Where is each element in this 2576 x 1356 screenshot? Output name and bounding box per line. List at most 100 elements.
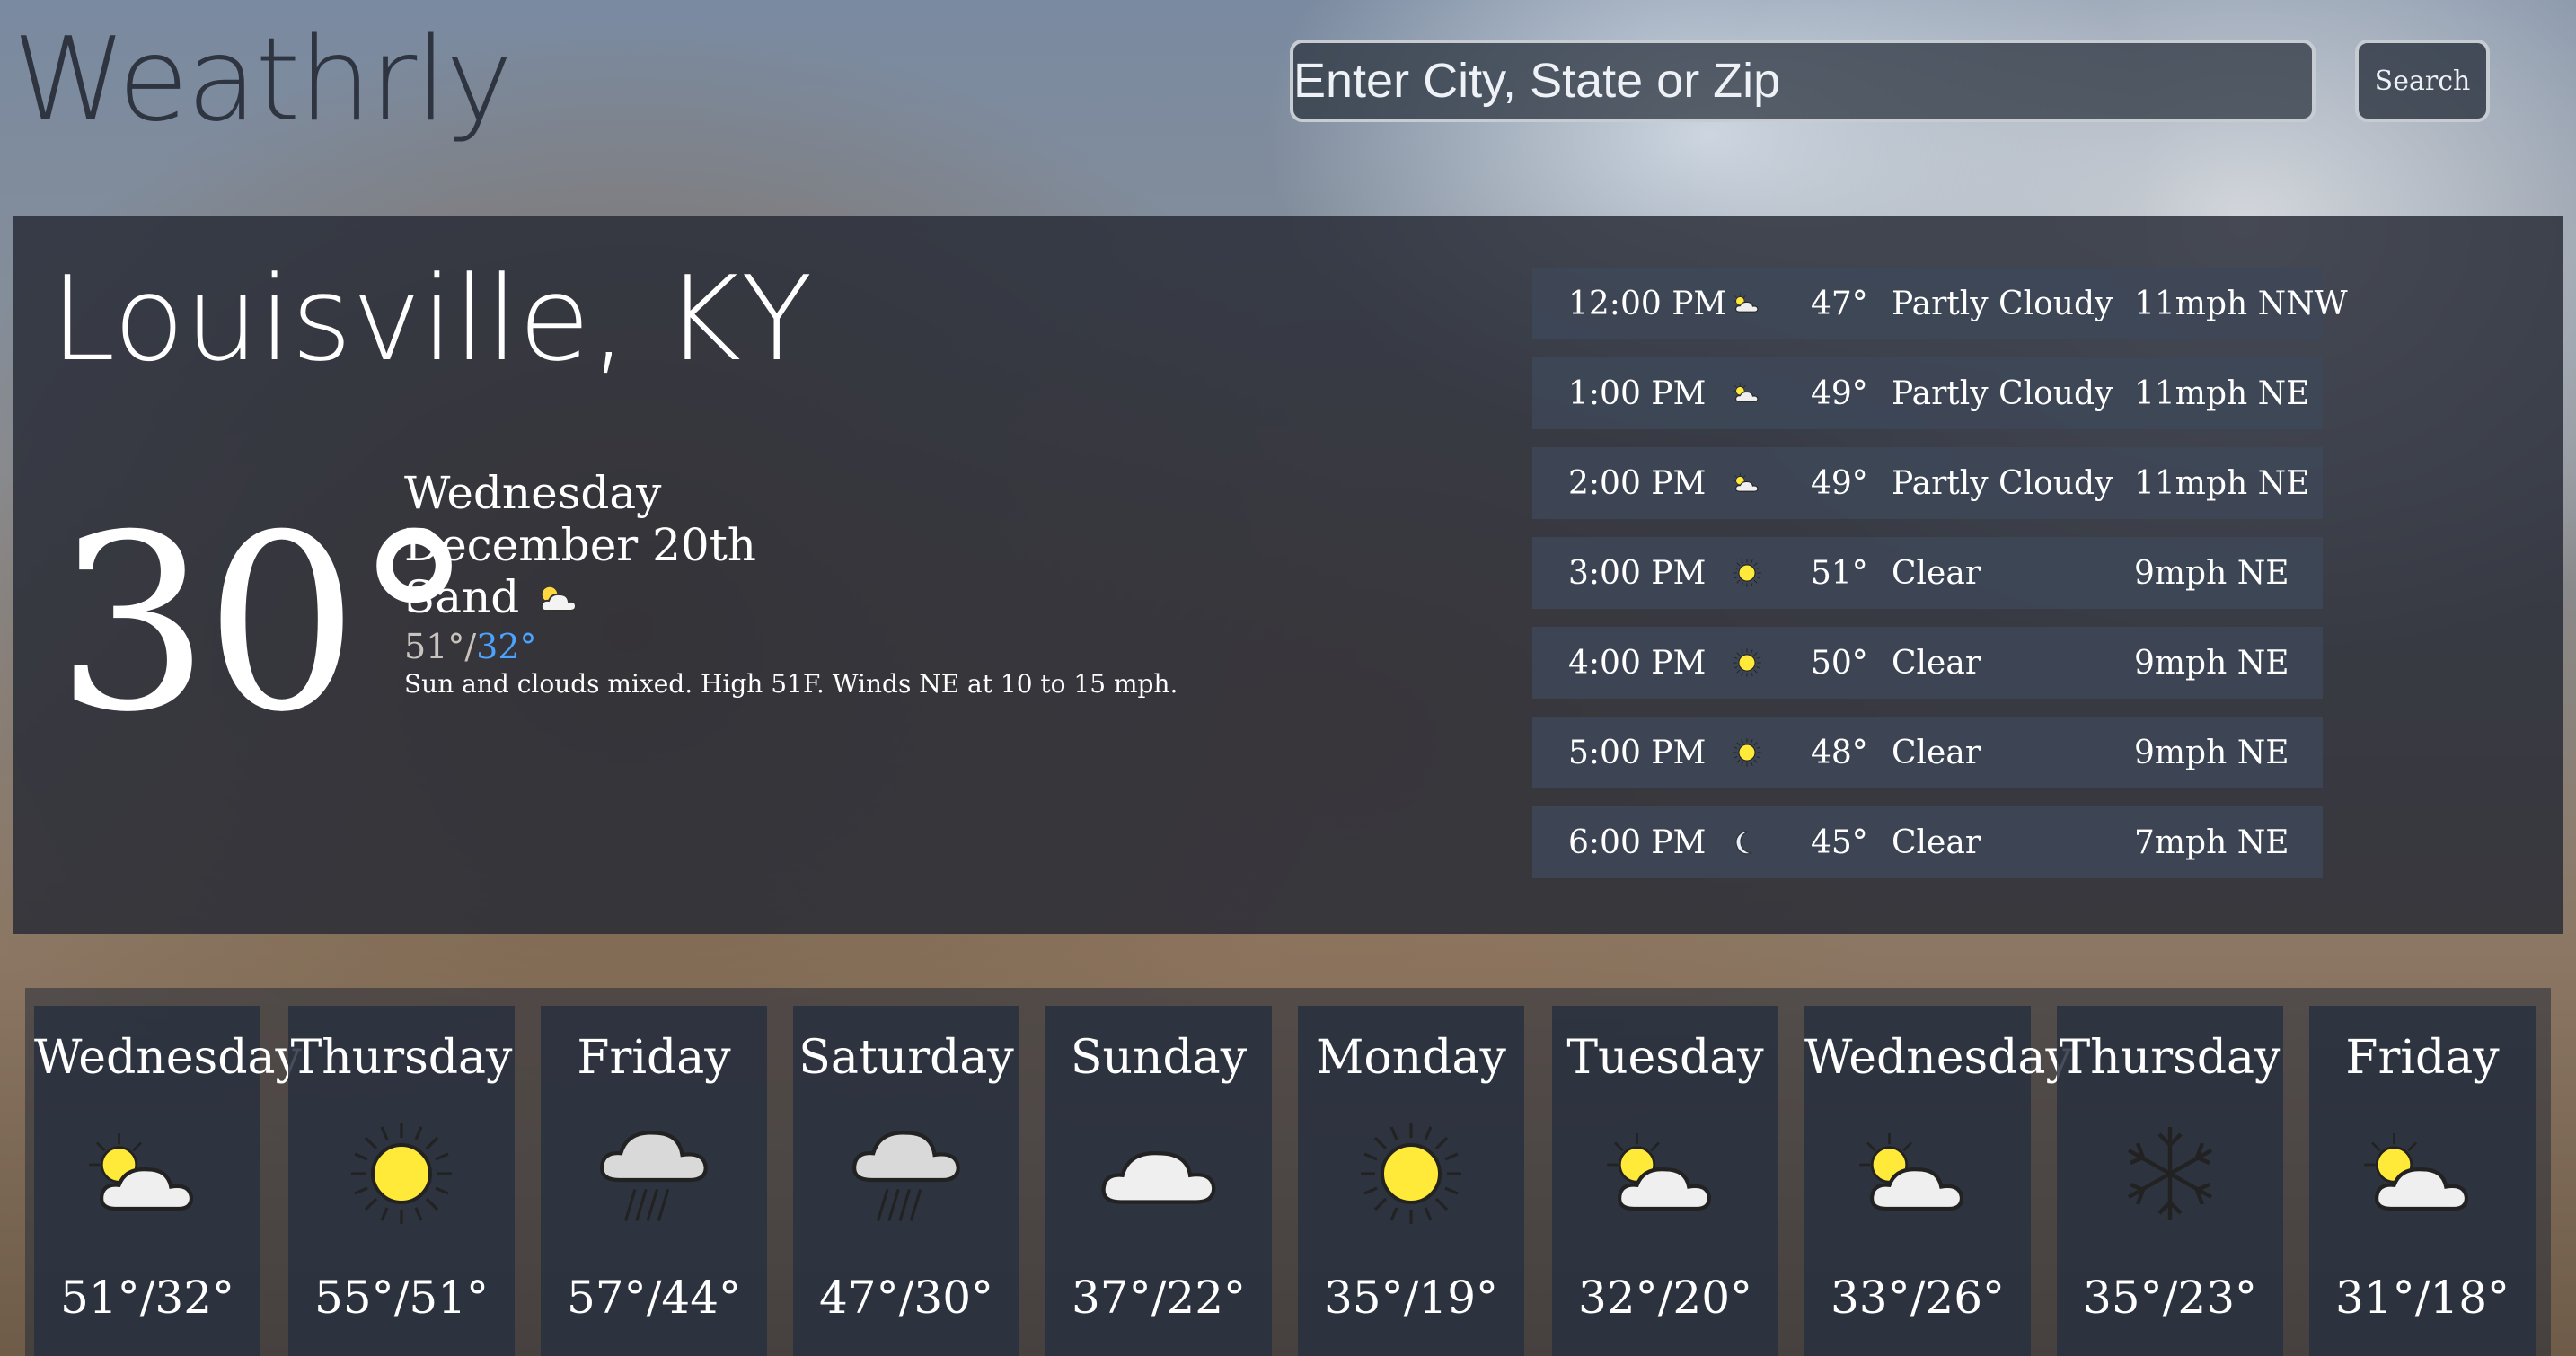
hour-condition: Clear bbox=[1892, 734, 1981, 771]
forecast-day-name: Wednesday bbox=[34, 1031, 302, 1085]
partly-cloudy-icon bbox=[1732, 292, 1811, 315]
current-low: 32° bbox=[476, 627, 537, 666]
forecast-day-card: Thursday 35°/23° bbox=[2057, 1006, 2283, 1356]
hour-wind: 9mph NE bbox=[2134, 644, 2289, 682]
app-logo: Weathrly bbox=[13, 13, 513, 147]
hour-condition: Partly Cloudy bbox=[1892, 464, 2113, 502]
forecast-day-card: Tuesday 32°/20° bbox=[1552, 1006, 1778, 1356]
forecast-day-name: Friday bbox=[2345, 1031, 2500, 1085]
forecast-day-name: Thursday bbox=[290, 1031, 513, 1085]
forecast-temps: 37°/22° bbox=[1071, 1272, 1247, 1324]
forecast-day-name: Sunday bbox=[1070, 1031, 1248, 1085]
hour-temp: 48° bbox=[1811, 734, 1868, 771]
forecast-temps: 51°/32° bbox=[59, 1272, 235, 1324]
search-button[interactable]: Search bbox=[2355, 40, 2490, 122]
current-high: 51° bbox=[404, 627, 465, 666]
hour-temp: 50° bbox=[1811, 644, 1868, 682]
forecast-day-card: Sunday 37°/22° bbox=[1045, 1006, 1272, 1356]
forecast-day-card: Wednesday 51°/32° bbox=[34, 1006, 302, 1356]
forecast-temps: 33°/26° bbox=[1830, 1272, 2006, 1324]
hour-time: 5:00 PM bbox=[1568, 734, 1707, 771]
hour-time: 12:00 PM bbox=[1568, 285, 1727, 322]
hourly-forecast: 12:00 PM 47° Partly Cloudy 11mph NNW 1:0… bbox=[1532, 268, 2348, 896]
forecast-temps: 35°/19° bbox=[1323, 1272, 1499, 1324]
hourly-row: 4:00 PM 50° Clear 9mph NE bbox=[1532, 627, 2323, 699]
forecast-day-card: Monday 35°/19° bbox=[1298, 1006, 1524, 1356]
hour-temp: 45° bbox=[1811, 823, 1868, 861]
forecast-day-name: Monday bbox=[1316, 1031, 1506, 1085]
forecast-temps: 35°/23° bbox=[2082, 1272, 2258, 1324]
rain-icon bbox=[541, 1106, 767, 1241]
partly-cloudy-icon bbox=[1732, 382, 1811, 405]
rain-icon bbox=[793, 1106, 1019, 1241]
hour-wind: 9mph NE bbox=[2134, 734, 2289, 771]
hourly-row: 2:00 PM 49° Partly Cloudy 11mph NE bbox=[1532, 447, 2323, 519]
forecast-day-name: Saturday bbox=[798, 1031, 1014, 1085]
hour-time: 1:00 PM bbox=[1568, 374, 1707, 412]
forecast-temps: 47°/30° bbox=[818, 1272, 994, 1324]
forecast-temps: 31°/18° bbox=[2334, 1272, 2510, 1324]
sun-icon bbox=[1732, 558, 1811, 588]
forecast-day-card: Friday 57°/44° bbox=[541, 1006, 767, 1356]
current-date: December 20th bbox=[404, 519, 756, 571]
hour-time: 6:00 PM bbox=[1568, 823, 1707, 861]
high-low-separator: / bbox=[464, 627, 477, 666]
ten-day-forecast: Wednesday 51°/32° Thursday 55°/51° Frida… bbox=[25, 988, 2551, 1356]
forecast-day-card: Friday 31°/18° bbox=[2309, 1006, 2536, 1356]
forecast-temps: 55°/51° bbox=[313, 1272, 490, 1324]
sun-icon bbox=[1732, 647, 1811, 678]
cloud-icon bbox=[1045, 1106, 1272, 1241]
hour-temp: 51° bbox=[1811, 554, 1868, 592]
city-name: Louisville, KY bbox=[50, 251, 813, 387]
hourly-row: 12:00 PM 47° Partly Cloudy 11mph NNW bbox=[1532, 268, 2348, 339]
hour-wind: 9mph NE bbox=[2134, 554, 2289, 592]
moon-icon bbox=[1732, 827, 1811, 858]
current-day: Wednesday bbox=[404, 467, 662, 519]
hour-wind: 11mph NE bbox=[2134, 374, 2310, 412]
hour-condition: Clear bbox=[1892, 823, 1981, 861]
hourly-row: 6:00 PM 45° Clear 7mph NE bbox=[1532, 806, 2323, 878]
forecast-day-name: Wednesday bbox=[1804, 1031, 2072, 1085]
partly-cloudy-icon bbox=[1804, 1106, 2031, 1241]
partly-cloudy-icon bbox=[1732, 471, 1811, 495]
hour-condition: Clear bbox=[1892, 554, 1981, 592]
sun-icon bbox=[1298, 1106, 1524, 1241]
forecast-day-card: Thursday 55°/51° bbox=[288, 1006, 515, 1356]
forecast-day-card: Wednesday 33°/26° bbox=[1804, 1006, 2072, 1356]
partly-cloudy-icon bbox=[534, 575, 582, 627]
hour-condition: Partly Cloudy bbox=[1892, 374, 2113, 412]
hour-wind: 11mph NNW bbox=[2134, 285, 2348, 322]
current-weather-panel: Louisville, KY 30° Wednesday December 20… bbox=[13, 216, 2563, 934]
hour-temp: 49° bbox=[1811, 374, 1868, 412]
hourly-row: 3:00 PM 51° Clear 9mph NE bbox=[1532, 537, 2323, 609]
hour-wind: 7mph NE bbox=[2134, 823, 2289, 861]
forecast-day-card: Saturday 47°/30° bbox=[793, 1006, 1019, 1356]
snow-icon bbox=[2057, 1106, 2283, 1241]
forecast-temps: 32°/20° bbox=[1577, 1272, 1753, 1324]
hourly-row: 5:00 PM 48° Clear 9mph NE bbox=[1532, 717, 2323, 788]
hour-time: 3:00 PM bbox=[1568, 554, 1707, 592]
search-input[interactable] bbox=[1290, 40, 2316, 122]
current-high-low: 51°/32° bbox=[404, 627, 1178, 666]
hour-temp: 49° bbox=[1811, 464, 1868, 502]
current-condition: Sand bbox=[404, 571, 1178, 627]
hour-condition: Clear bbox=[1892, 644, 1981, 682]
hour-temp: 47° bbox=[1811, 285, 1868, 322]
hourly-row: 1:00 PM 49° Partly Cloudy 11mph NE bbox=[1532, 357, 2323, 429]
partly-cloudy-icon bbox=[2309, 1106, 2536, 1241]
hour-wind: 11mph NE bbox=[2134, 464, 2310, 502]
hour-condition: Partly Cloudy bbox=[1892, 285, 2113, 322]
current-summary: Sun and clouds mixed. High 51F. Winds NE… bbox=[404, 669, 1178, 699]
sun-icon bbox=[288, 1106, 515, 1241]
partly-cloudy-icon bbox=[1552, 1106, 1778, 1241]
sun-icon bbox=[1732, 737, 1811, 768]
current-details: Wednesday December 20th Sand 51°/32° Sun… bbox=[404, 467, 1178, 700]
hour-time: 4:00 PM bbox=[1568, 644, 1707, 682]
current-condition-text: Sand bbox=[404, 571, 520, 623]
forecast-day-name: Friday bbox=[577, 1031, 731, 1085]
hour-time: 2:00 PM bbox=[1568, 464, 1707, 502]
forecast-day-name: Tuesday bbox=[1566, 1031, 1764, 1085]
partly-cloudy-icon bbox=[34, 1106, 260, 1241]
forecast-temps: 57°/44° bbox=[566, 1272, 742, 1324]
forecast-day-name: Thursday bbox=[2059, 1031, 2281, 1085]
